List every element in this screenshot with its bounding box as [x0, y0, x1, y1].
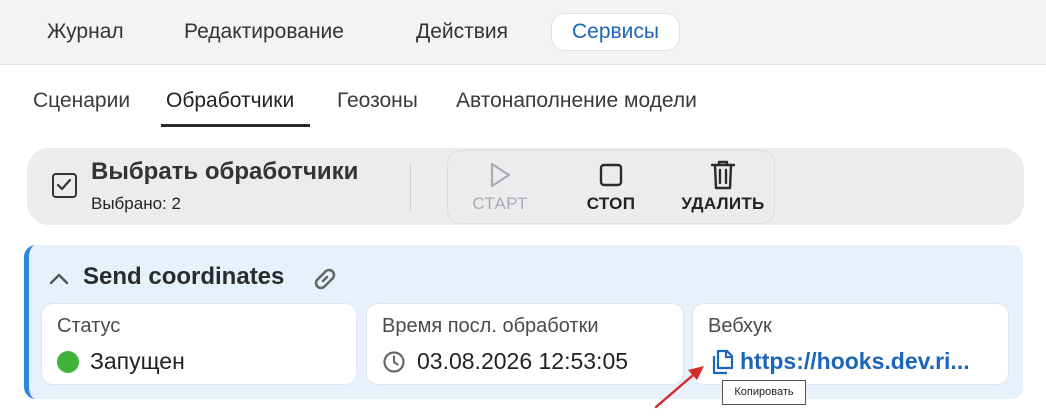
- top-navigation: Журнал Редактирование Действия Сервисы: [0, 0, 1046, 65]
- webhook-field: Вебхук https://hooks.dev.ri...: [692, 303, 1009, 385]
- webhook-value-row: https://hooks.dev.ri...: [710, 348, 970, 375]
- stop-icon: [599, 163, 623, 187]
- tab-journal[interactable]: Журнал: [27, 13, 144, 51]
- start-button-label: СТАРТ: [472, 194, 528, 213]
- play-icon: [490, 162, 511, 188]
- chevron-up-icon[interactable]: [48, 268, 70, 290]
- start-button[interactable]: СТАРТ: [450, 160, 550, 214]
- status-value: Запущен: [90, 348, 185, 374]
- select-checkbox[interactable]: [52, 173, 77, 198]
- active-subtab-indicator: [161, 124, 310, 127]
- copy-icon[interactable]: [710, 349, 734, 375]
- toolbar-divider: [410, 163, 411, 211]
- stop-button[interactable]: СТОП: [561, 160, 661, 214]
- tab-services[interactable]: Сервисы: [551, 13, 681, 51]
- subtab-model-autofill[interactable]: Автонаполнение модели: [456, 86, 697, 116]
- subtab-geozones[interactable]: Геозоны: [337, 86, 418, 116]
- status-value-row: Запущен: [57, 348, 185, 375]
- trash-icon: [710, 160, 736, 190]
- webhook-url-link[interactable]: https://hooks.dev.ri...: [740, 348, 970, 375]
- tab-editing[interactable]: Редактирование: [164, 13, 364, 51]
- last-processed-field: Время посл. обработки 03.08.2026 12:53:0…: [366, 303, 684, 385]
- clock-icon: [382, 350, 406, 374]
- status-running-indicator: [57, 350, 79, 373]
- tab-actions[interactable]: Действия: [396, 13, 528, 51]
- delete-button[interactable]: УДАЛИТЬ: [673, 160, 773, 214]
- status-field: Статус Запущен: [41, 303, 357, 385]
- subtab-scenarios[interactable]: Сценарии: [33, 86, 130, 116]
- check-icon: [56, 178, 72, 191]
- stop-button-label: СТОП: [586, 194, 636, 213]
- copy-tooltip: Копировать: [722, 380, 806, 405]
- webhook-label: Вебхук: [708, 315, 772, 337]
- link-icon[interactable]: [310, 264, 340, 294]
- last-processed-label: Время посл. обработки: [382, 315, 599, 337]
- select-handlers-title[interactable]: Выбрать обработчики: [91, 158, 358, 186]
- status-label: Статус: [57, 315, 121, 337]
- handler-title: Send coordinates: [83, 263, 285, 290]
- subtab-handlers[interactable]: Обработчики: [166, 86, 294, 116]
- annotation-arrow-icon: [654, 366, 704, 409]
- last-processed-value: 03.08.2026 12:53:05: [417, 348, 629, 374]
- selected-count: Выбрано: 2: [91, 194, 181, 213]
- last-processed-value-row: 03.08.2026 12:53:05: [382, 348, 628, 375]
- delete-button-label: УДАЛИТЬ: [681, 194, 765, 213]
